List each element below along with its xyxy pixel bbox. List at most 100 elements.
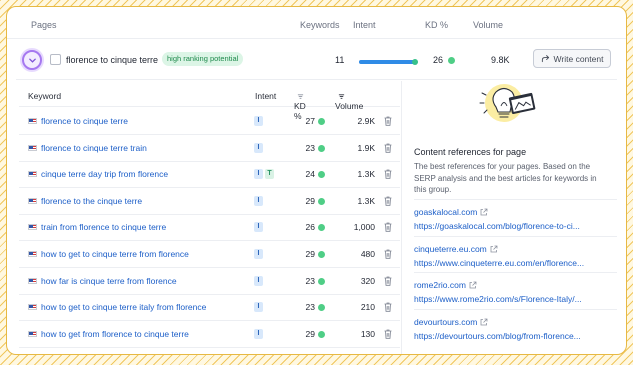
volume-value: 1.3K	[357, 169, 376, 180]
trash-icon[interactable]	[384, 329, 392, 339]
volume-value: 320	[360, 275, 375, 286]
transactional-intent-badge: T	[265, 169, 274, 180]
kd-sort-header[interactable]: KD %	[294, 91, 306, 121]
table-row[interactable]: how to get from florence to cinque terre…	[19, 321, 400, 348]
table-row[interactable]: florence to cinque terre I 27 2.9K	[19, 108, 400, 135]
us-flag-icon	[28, 251, 37, 257]
page-intent-bar	[359, 59, 418, 65]
reference-item: devourtours.com https://devourtours.com/b…	[414, 308, 617, 345]
keyword-column-header: Keyword	[28, 91, 62, 101]
external-link-icon	[490, 245, 498, 252]
write-content-button[interactable]: Write content	[533, 49, 611, 68]
us-flag-icon	[28, 171, 37, 178]
trash-icon[interactable]	[384, 222, 392, 233]
informational-intent-badge: I	[254, 328, 263, 339]
keyword-link[interactable]: how far is cinque terre from florence	[41, 276, 177, 286]
volume-value: 2.9K	[357, 116, 376, 126]
intent-column-header: Intent	[255, 91, 277, 101]
reference-url[interactable]: https://www.cinqueterre.eu.com/en/floren…	[414, 258, 614, 268]
kd-dot	[318, 330, 325, 338]
trash-icon[interactable]	[384, 116, 392, 126]
trash-icon[interactable]	[384, 249, 392, 259]
trash-icon[interactable]	[384, 302, 392, 312]
reference-domain-link[interactable]: devourtours.com	[414, 317, 488, 327]
page-checkbox[interactable]	[50, 54, 61, 65]
volume-value: 1,000	[353, 222, 375, 233]
informational-intent-badge: I	[254, 275, 263, 286]
external-link-icon	[480, 318, 488, 325]
external-link-icon	[469, 281, 477, 289]
reference-url[interactable]: https://devourtours.com/blog/from-floren…	[414, 331, 614, 341]
reference-domain-link[interactable]: cinqueterre.eu.com	[414, 244, 498, 254]
trash-icon[interactable]	[384, 169, 392, 179]
page-row[interactable]: florence to cinque terre high ranking po…	[16, 40, 617, 80]
kd-column-header[interactable]: KD %	[425, 20, 448, 30]
volume-value: 210	[360, 302, 375, 313]
reference-item: cinqueterre.eu.com https://www.cinqueterr…	[414, 235, 617, 272]
kd-value: 24	[305, 169, 315, 180]
volume-value: 1.3K	[357, 195, 376, 206]
kd-value: 23	[305, 275, 315, 286]
kd-dot	[318, 118, 325, 125]
sort-icon	[297, 94, 304, 99]
table-row[interactable]: florence to cinque terre train I 23 1.9K	[19, 135, 400, 162]
intent-bar-fill	[359, 60, 416, 64]
us-flag-icon	[28, 330, 37, 337]
kd-dot	[318, 197, 325, 205]
table-row[interactable]: cinque terre day trip from florence I T 24 1…	[19, 161, 400, 189]
page-kd: 26	[433, 55, 456, 65]
keyword-link[interactable]: florence to cinque terre train	[41, 143, 147, 153]
table-row[interactable]: how to get to cinque terre italy from fl…	[19, 294, 400, 322]
volume-sort-header[interactable]: Volume	[335, 91, 363, 111]
reference-item: goaskalocal.com https://goaskalocal.com/b…	[414, 199, 617, 235]
us-flag-icon	[28, 304, 37, 311]
keyword-link[interactable]: florence to the cinque terre	[41, 196, 142, 206]
external-link-icon	[480, 208, 488, 216]
share-arrow-icon	[541, 55, 549, 63]
intent-column-header[interactable]: Intent	[353, 20, 376, 30]
kd-dot	[318, 277, 325, 285]
keyword-link[interactable]: how to get from florence to cinque terre	[41, 329, 189, 339]
keyword-link[interactable]: how to get to cinque terre from florence	[41, 249, 189, 259]
intent-badges: I	[254, 328, 263, 339]
intent-badges: I	[254, 302, 263, 313]
table-row[interactable]: how far is cinque terre from florence I 23…	[19, 268, 400, 295]
reference-url[interactable]: https://www.rome2rio.com/s/Florence-Ital…	[414, 294, 614, 304]
intent-badges: IT	[254, 169, 274, 180]
keyword-link[interactable]: train from florence to cinque terre	[41, 222, 166, 232]
intent-badges: I	[254, 222, 263, 233]
page-keyword-count: 11	[335, 55, 345, 65]
us-flag-icon	[28, 277, 37, 284]
keyword-link[interactable]: how to get to cinque terre italy from fl…	[41, 302, 206, 312]
table-row[interactable]: how to get to cinque terre from florence…	[19, 241, 400, 268]
reference-domain-link[interactable]: goaskalocal.com	[414, 207, 488, 217]
us-flag-icon	[28, 118, 37, 124]
intent-bar-transactional-segment	[412, 59, 418, 65]
table-row[interactable]: florence to the cinque terre I 29 1.3K	[19, 188, 400, 215]
reference-url[interactable]: https://goaskalocal.com/blog/florence-to…	[414, 221, 614, 231]
keywords-column-header[interactable]: Keywords	[300, 20, 340, 30]
references-title: Content references for page	[414, 147, 527, 157]
pages-column-header: Pages	[31, 20, 57, 30]
sort-icon	[338, 94, 345, 99]
trash-icon[interactable]	[384, 196, 392, 206]
volume-value: 1.9K	[357, 142, 376, 153]
reference-item: rome2rio.com https://www.rome2rio.com/s/F…	[414, 272, 617, 308]
keyword-link[interactable]: florence to cinque terre	[41, 116, 128, 126]
volume-column-header[interactable]: Volume	[473, 20, 503, 30]
kd-dot	[448, 57, 456, 64]
keyword-link[interactable]: cinque terre day trip from florence	[41, 169, 168, 179]
lightbulb-illustration	[479, 84, 536, 122]
ranking-potential-badge: high ranking potential	[162, 52, 244, 66]
table-row[interactable]: train from florence to cinque terre I 26 1,…	[19, 214, 400, 242]
expand-button[interactable]	[22, 50, 42, 70]
trash-icon[interactable]	[384, 143, 392, 153]
kd-value: 29	[305, 328, 315, 339]
intent-badges: I	[254, 249, 263, 259]
reference-domain-link[interactable]: rome2rio.com	[414, 280, 477, 290]
keyword-table-header: Keyword Intent KD % Volume	[19, 81, 400, 121]
trash-icon[interactable]	[384, 276, 392, 286]
content-references-panel: Content references for page The best ref…	[401, 81, 617, 354]
informational-intent-badge: I	[254, 195, 263, 206]
intent-badges: I	[254, 142, 263, 153]
